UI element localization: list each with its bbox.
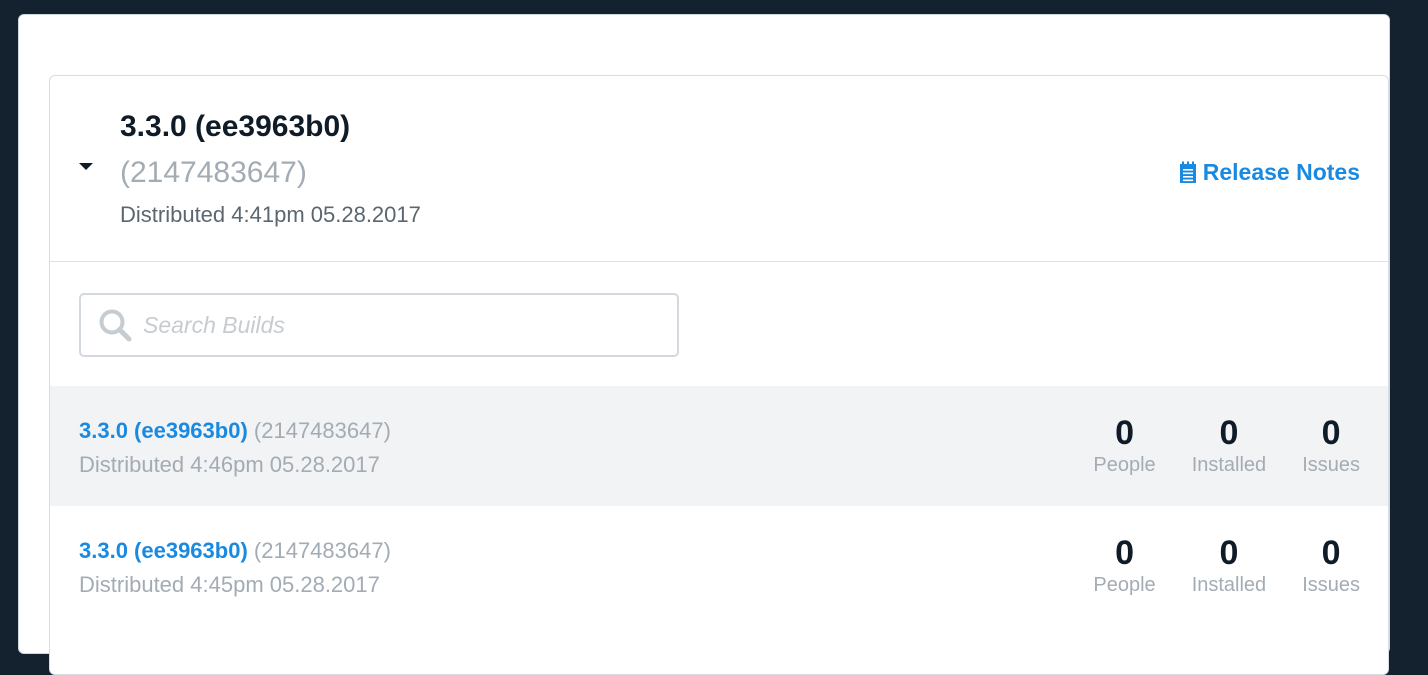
release-distributed-date: Distributed 4:41pm 05.28.2017	[120, 202, 421, 227]
caret-down-icon[interactable]	[79, 163, 93, 170]
stat-issues-label: Issues	[1302, 454, 1360, 476]
release-header: 3.3.0 (ee3963b0) (2147483647) Distribute…	[50, 76, 1388, 262]
stat-people-value: 0	[1115, 414, 1134, 452]
build-title-line: 3.3.0 (ee3963b0) (2147483647)	[79, 418, 391, 444]
stat-people: 0 People	[1093, 414, 1155, 477]
stat-installed-value: 0	[1219, 414, 1239, 452]
build-version-link[interactable]: 3.3.0 (ee3963b0)	[79, 418, 248, 443]
stat-installed: 0 Installed	[1192, 534, 1267, 597]
stat-issues: 0 Issues	[1302, 414, 1360, 477]
build-title-line: 3.3.0 (ee3963b0) (2147483647)	[79, 538, 391, 564]
build-number: (2147483647)	[253, 538, 391, 563]
stat-installed: 0 Installed	[1192, 414, 1267, 477]
stat-people-label: People	[1093, 454, 1156, 476]
stat-issues-value: 0	[1321, 414, 1341, 452]
stat-installed-label: Installed	[1191, 574, 1267, 596]
search-input[interactable]	[141, 310, 665, 340]
build-number: (2147483647)	[253, 418, 391, 443]
build-version-link[interactable]: 3.3.0 (ee3963b0)	[79, 538, 248, 563]
stat-installed-value: 0	[1219, 534, 1239, 572]
stat-people-value: 0	[1115, 534, 1134, 572]
notes-icon	[1179, 161, 1196, 183]
main-card: 3.3.0 (ee3963b0) (2147483647) Distribute…	[18, 14, 1390, 675]
search-section	[50, 262, 1388, 386]
stat-issues: 0 Issues	[1302, 534, 1360, 597]
search-box[interactable]	[79, 293, 679, 357]
build-stats: 0 People 0 Installed 0 Issues	[1093, 534, 1360, 597]
release-notes-label: Release Notes	[1202, 159, 1360, 185]
build-row[interactable]: 3.3.0 (ee3963b0) (2147483647) Distribute…	[50, 506, 1388, 626]
build-row[interactable]: 3.3.0 (ee3963b0) (2147483647) Distribute…	[50, 386, 1388, 506]
release-notes-link[interactable]: Release Notes	[1179, 159, 1360, 186]
build-distributed-date: Distributed 4:46pm 05.28.2017	[79, 452, 380, 477]
search-icon	[99, 309, 132, 342]
stat-installed-label: Installed	[1191, 454, 1267, 476]
stat-issues-value: 0	[1321, 534, 1341, 572]
release-panel: 3.3.0 (ee3963b0) (2147483647) Distribute…	[49, 75, 1389, 675]
stat-people-label: People	[1093, 574, 1156, 596]
build-distributed-date: Distributed 4:45pm 05.28.2017	[79, 572, 380, 597]
release-build-number: (2147483647)	[120, 156, 307, 189]
stat-people: 0 People	[1093, 534, 1155, 597]
build-stats: 0 People 0 Installed 0 Issues	[1093, 414, 1360, 477]
release-title: 3.3.0 (ee3963b0)	[120, 110, 351, 143]
stat-issues-label: Issues	[1302, 574, 1360, 596]
